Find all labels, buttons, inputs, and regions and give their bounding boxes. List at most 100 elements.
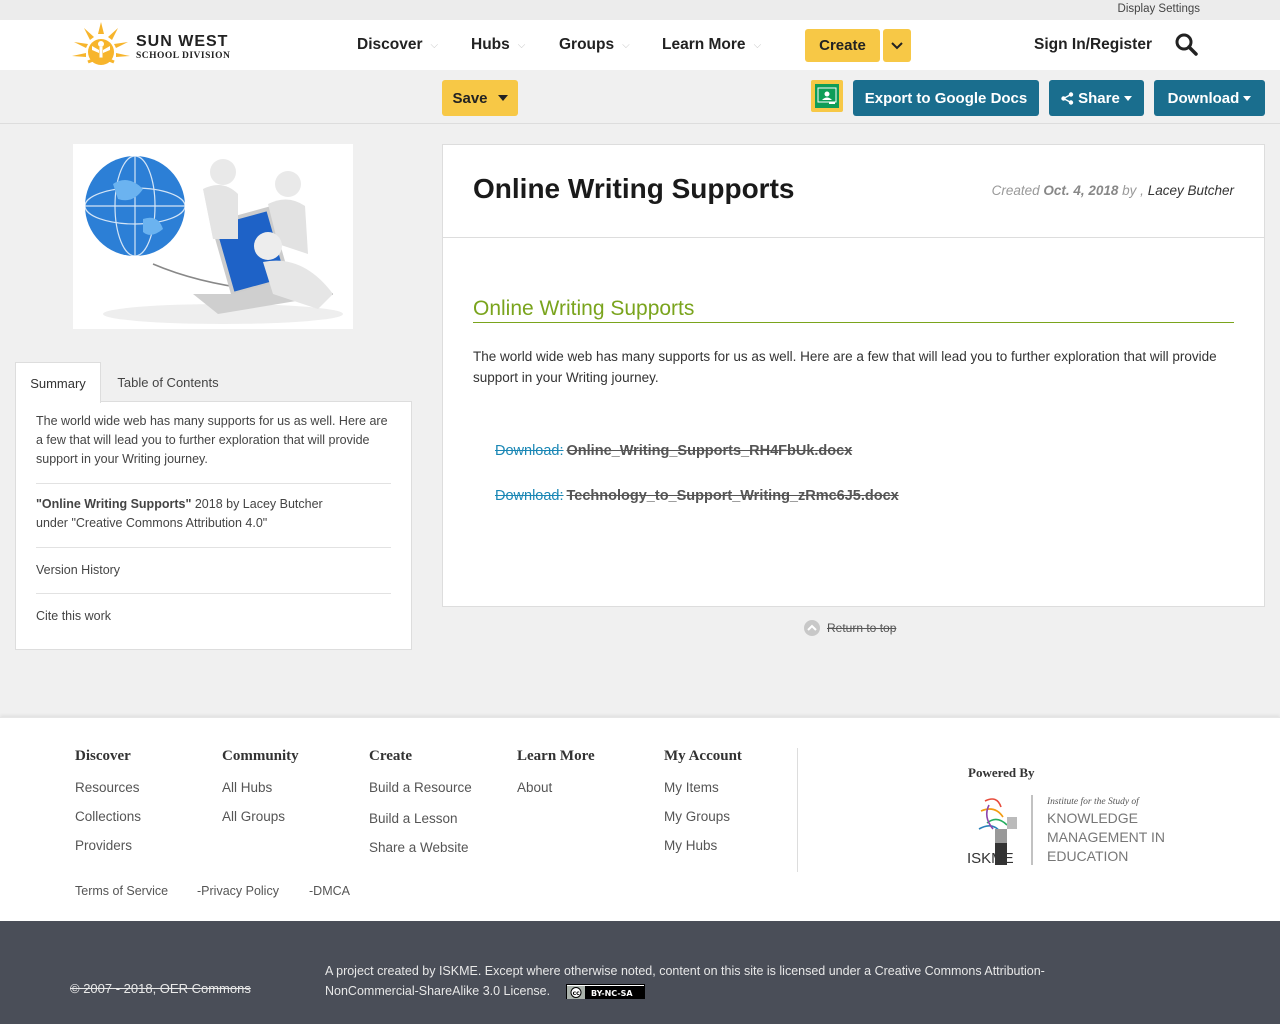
caret-down-icon [1123, 95, 1132, 101]
copyright-bar: © 2007 - 2018, OER Commons A project cre… [0, 921, 1280, 1024]
sun-icon [72, 22, 130, 65]
save-label: Save [452, 89, 488, 107]
footer-column-my-account: My Account My Items My Groups My Hubs [664, 748, 742, 865]
copyright-link[interactable]: © 2007 - 2018, OER Commons [70, 981, 251, 996]
footer-heading: Learn More [517, 748, 595, 764]
share-button[interactable]: Share [1049, 80, 1144, 116]
return-to-top-link[interactable]: Return to top [804, 620, 896, 636]
footer-link-my-groups[interactable]: My Groups [664, 807, 742, 826]
attribution-license: under "Creative Commons Attribution 4.0" [36, 516, 268, 530]
footer-link-my-hubs[interactable]: My Hubs [664, 836, 742, 855]
share-label: Share [1078, 89, 1120, 107]
attribution-year-author: 2018 by Lacey Butcher [191, 497, 323, 511]
footer-divider [797, 748, 798, 872]
footer-column-discover: Discover Resources Collections Providers [75, 748, 141, 865]
content-background-bottom [0, 653, 1280, 717]
resource-paragraph: The world wide web has many supports for… [473, 349, 1217, 385]
svg-text:Institute for the Study of: Institute for the Study of [1046, 796, 1140, 807]
footer-link-resources[interactable]: Resources [75, 778, 141, 797]
chevron-up-circle-icon [804, 620, 820, 636]
privacy-policy-link[interactable]: -Privacy Policy [197, 884, 279, 898]
created-by: by , [1118, 183, 1148, 198]
tab-table-of-contents[interactable]: Table of Contents [110, 362, 226, 402]
save-button[interactable]: Save [442, 80, 518, 116]
download-label: Download [1167, 89, 1240, 107]
download-link[interactable]: Download: Technology_to_Support_Writing_z… [495, 488, 899, 504]
svg-text:EDUCATION: EDUCATION [1047, 848, 1128, 864]
resource-toolbar: Save Export to Google Docs Share Downloa… [0, 70, 1280, 124]
download-link-label: Download: [495, 443, 564, 459]
attribution: "Online Writing Supports" 2018 by Lacey … [36, 495, 391, 533]
footer-link-my-items[interactable]: My Items [664, 778, 742, 797]
share-icon [1061, 91, 1074, 105]
footer-link-about[interactable]: About [517, 778, 595, 797]
summary-panel: The world wide web has many supports for… [15, 401, 412, 650]
section-heading: Online Writing Supports [473, 297, 1234, 323]
resource-content: Online Writing Supports Created Oct. 4, … [442, 144, 1265, 607]
divider [36, 593, 391, 594]
created-info: Created Oct. 4, 2018 by , Lacey Butcher [992, 183, 1234, 198]
footer-column-create: Create Build a Resource Build a Lesson S… [369, 748, 472, 867]
footer-heading: Community [222, 748, 299, 764]
iskme-logo-mark: ISKME Institute for the Study of KNOWLED… [967, 795, 1165, 867]
create-button[interactable]: Create [805, 29, 880, 62]
download-filename: Technology_to_Support_Writing_zRmc6J5.do… [566, 488, 899, 504]
cc-license-icon: cc BY-NC-SA [566, 986, 644, 1000]
footer-link-build-resource[interactable]: Build a Resource [369, 778, 472, 797]
brand-name: SUN WEST [136, 33, 229, 50]
nav-learn-more-label: Learn More [662, 36, 746, 53]
svg-text:KNOWLEDGE: KNOWLEDGE [1047, 810, 1138, 826]
google-classroom-icon [815, 84, 839, 108]
created-date: Oct. 4, 2018 [1043, 183, 1119, 198]
sign-in-register-link[interactable]: Sign In/Register [1034, 36, 1152, 54]
download-link-label: Download: [495, 488, 564, 504]
footer-link-collections[interactable]: Collections [75, 807, 141, 826]
export-google-docs-button[interactable]: Export to Google Docs [853, 80, 1039, 116]
footer-link-all-groups[interactable]: All Groups [222, 807, 299, 826]
attribution-title: "Online Writing Supports" [36, 497, 192, 511]
dmca-link[interactable]: -DMCA [309, 884, 350, 898]
footer-link-share-website[interactable]: Share a Website [369, 838, 472, 857]
nav-groups[interactable]: Groups ⌵ [559, 36, 630, 54]
nav-discover[interactable]: Discover ⌵ [357, 36, 438, 54]
nav-hubs[interactable]: Hubs ⌵ [471, 36, 525, 54]
iskme-logo[interactable]: ISKME Institute for the Study of KNOWLED… [967, 793, 1172, 868]
svg-text:cc: cc [572, 990, 580, 997]
footer-column-learn-more: Learn More About [517, 748, 595, 807]
chevron-down-icon: ⌵ [517, 39, 526, 51]
cite-link[interactable]: Cite this work [36, 607, 391, 626]
license-notice: A project created by ISKME. Except where… [325, 961, 1065, 1001]
google-classroom-button[interactable] [811, 80, 843, 112]
license-text: A project created by ISKME. Except where… [325, 964, 1045, 998]
footer-link-providers[interactable]: Providers [75, 836, 141, 855]
footer-link-all-hubs[interactable]: All Hubs [222, 778, 299, 797]
terms-of-service-link[interactable]: Terms of Service [75, 884, 168, 898]
summary-text: The world wide web has many supports for… [36, 414, 388, 466]
return-to-top-label: Return to top [827, 621, 897, 635]
version-history-link[interactable]: Version History [36, 561, 391, 580]
author-link[interactable]: Lacey Butcher [1148, 183, 1234, 198]
svg-text:MANAGEMENT IN: MANAGEMENT IN [1047, 829, 1165, 845]
resource-title: Online Writing Supports [473, 173, 795, 204]
footer-heading: Create [369, 748, 413, 764]
create-menu-toggle[interactable] [883, 29, 911, 62]
download-button[interactable]: Download [1154, 80, 1265, 116]
search-icon[interactable] [1174, 32, 1198, 56]
creative-commons-badge[interactable]: cc BY-NC-SA [565, 984, 645, 1000]
footer-column-community: Community All Hubs All Groups [222, 748, 299, 836]
download-link[interactable]: Download: Online_Writing_Supports_RH4FbUk… [495, 443, 852, 459]
download-filename: Online_Writing_Supports_RH4FbUk.docx [566, 443, 853, 459]
footer-link-build-lesson[interactable]: Build a Lesson [369, 809, 472, 828]
nav-learn-more[interactable]: Learn More ⌵ [662, 36, 761, 54]
caret-down-icon [1243, 95, 1252, 101]
sidebar-tabs: Summary Table of Contents [15, 362, 412, 403]
globe-laptop-illustration [73, 144, 353, 329]
created-prefix: Created [991, 183, 1044, 198]
display-settings-link[interactable]: Display Settings [1118, 3, 1200, 15]
sun-west-logo[interactable]: SUN WEST SCHOOL DIVISION [70, 22, 240, 68]
caret-down-icon [497, 95, 508, 101]
header-divider [443, 237, 1264, 238]
tab-summary[interactable]: Summary [15, 362, 101, 403]
divider [36, 483, 391, 484]
chevron-down-icon: ⌵ [430, 39, 439, 51]
